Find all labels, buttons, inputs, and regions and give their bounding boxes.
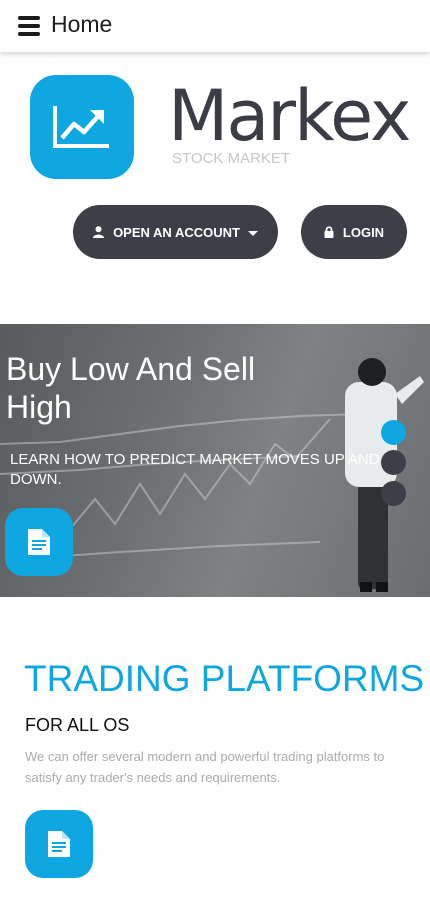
user-icon bbox=[93, 226, 105, 238]
login-label: LOGIN bbox=[342, 224, 385, 240]
section-text: We can offer several modern and powerful… bbox=[25, 749, 385, 785]
hero-subtitle: LEARN HOW TO PREDICT MARKET MOVES UP AND… bbox=[10, 451, 380, 488]
login-button[interactable]: LOGIN bbox=[301, 205, 407, 259]
slide-dot-3[interactable] bbox=[381, 481, 406, 506]
hero-document-button[interactable] bbox=[5, 508, 73, 576]
open-account-label: OPEN AN ACCOUNT bbox=[113, 224, 240, 240]
hero-banner: Buy Low And Sell High LEARN HOW TO PREDI… bbox=[0, 324, 430, 597]
chart-up-icon bbox=[53, 106, 109, 148]
section-document-button[interactable] bbox=[25, 810, 93, 878]
slide-dot-2[interactable] bbox=[381, 450, 406, 475]
top-bar: Home bbox=[0, 0, 430, 52]
logo[interactable] bbox=[30, 75, 134, 179]
section-subtitle: FOR ALL OS bbox=[25, 715, 130, 735]
page-title: Home bbox=[51, 11, 113, 37]
document-icon bbox=[48, 831, 70, 857]
hamburger-icon[interactable] bbox=[18, 16, 40, 36]
slide-dot-1[interactable] bbox=[381, 420, 406, 445]
lock-icon bbox=[324, 226, 334, 238]
hero-title: Buy Low And Sell High bbox=[6, 351, 256, 425]
document-icon bbox=[28, 529, 50, 555]
section-title: TRADING PLATFORMS bbox=[24, 658, 425, 699]
caret-down-icon bbox=[247, 231, 258, 236]
open-account-button[interactable]: OPEN AN ACCOUNT bbox=[73, 205, 278, 259]
brand-name: Markex bbox=[168, 75, 411, 157]
brand-tagline: STOCK MARKET bbox=[172, 150, 291, 167]
